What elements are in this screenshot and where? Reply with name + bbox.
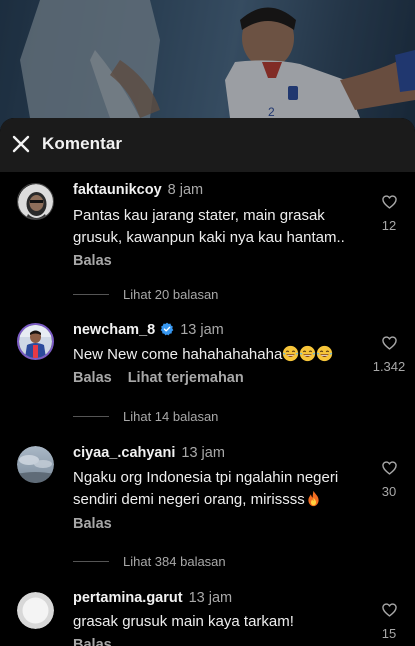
comment-text: New New come hahahahahaha [73,344,369,366]
tears-of-joy-emoji-icon [316,345,333,362]
comment-item: pertamina.garut 13 jam grasak grusuk main… [0,577,415,646]
replies-divider-line [73,416,109,417]
comment-text: grasak grusuk main kaya tarkam! [73,613,294,630]
sheet-title: Komentar [42,134,123,153]
comment-actions: Balas [73,516,112,532]
close-button[interactable] [8,131,34,157]
reply-button[interactable]: Balas [73,637,112,646]
like-count: 12 [381,218,397,233]
avatar[interactable] [17,183,54,220]
heart-outline-icon [381,195,397,209]
comment-actions: Balas [73,253,112,269]
comment-header: faktaunikcoy 8 jam [73,182,203,198]
heart-outline-icon [381,336,397,350]
heart-outline-icon [381,603,397,617]
view-replies-button[interactable]: Lihat 14 balasan [73,409,218,424]
like-button[interactable]: 1.342 [369,336,409,374]
heart-outline-icon [381,461,397,475]
reply-button[interactable]: Balas [73,253,112,269]
like-button[interactable]: 30 [369,461,409,499]
view-replies-label: Lihat 20 balasan [123,287,219,302]
comments-screen: 2 Komentar faktaunikcoy 8 jam Pantas kau… [0,0,415,646]
replies-divider-line [73,294,109,295]
comment-header: pertamina.garut 13 jam [73,590,232,606]
like-button[interactable]: 12 [369,195,409,233]
comment-item: faktaunikcoy 8 jam Pantas kau jarang stat… [0,172,415,310]
comments-sheet: Komentar faktaunikcoy 8 jam Pantas kau ja… [0,118,415,646]
comment-actions: Balas Lihat terjemahan [73,370,244,386]
like-count: 1.342 [372,359,406,374]
reply-button[interactable]: Balas [73,516,112,532]
avatar-image [17,446,54,483]
like-count: 15 [381,626,397,641]
view-replies-label: Lihat 384 balasan [123,554,226,569]
tears-of-joy-emoji-icon [282,345,299,362]
view-replies-button[interactable]: Lihat 384 balasan [73,554,226,569]
comment-actions: Balas [73,637,112,646]
close-icon [12,135,30,153]
avatar[interactable] [17,592,54,629]
like-button[interactable]: 15 [369,603,409,641]
comment-time: 13 jam [181,445,225,461]
see-translation-button[interactable]: Lihat terjemahan [128,370,244,386]
comment-username[interactable]: ciyaa_.cahyani [73,445,175,461]
avatar-image [19,325,52,358]
view-replies-label: Lihat 14 balasan [123,409,219,424]
comment-time: 8 jam [167,182,204,198]
comment-item: ciyaa_.cahyani 13 jam Ngaku org Indonesia… [0,432,415,577]
avatar-image [17,592,54,629]
comment-header: newcham_8 13 jam [73,322,224,340]
like-count: 30 [381,484,397,499]
comment-username[interactable]: newcham_8 [73,322,155,338]
comment-text: Ngaku org Indonesia tpi ngalahin negeri … [73,467,369,511]
avatar-image [18,184,53,219]
comment-text-content: Ngaku org Indonesia tpi ngalahin negeri … [73,469,339,508]
replies-divider-line [73,561,109,562]
comment-item: newcham_8 13 jam New New come hahahahahah… [0,310,415,432]
reply-button[interactable]: Balas [73,370,112,386]
view-replies-button[interactable]: Lihat 20 balasan [73,287,218,302]
comment-header: ciyaa_.cahyani 13 jam [73,445,225,461]
comment-time: 13 jam [180,322,224,338]
comment-text-content: New New come hahahahahaha [73,346,283,363]
verified-badge-icon [160,322,174,340]
comment-username[interactable]: pertamina.garut [73,590,183,606]
tears-of-joy-emoji-icon [299,345,316,362]
comments-header: Komentar [0,118,415,172]
comment-username[interactable]: faktaunikcoy [73,182,162,198]
fire-emoji-icon [305,490,322,507]
avatar[interactable] [17,323,54,360]
comment-text: Pantas kau jarang stater, main grasak gr… [73,207,345,246]
comment-time: 13 jam [188,590,233,606]
avatar[interactable] [17,446,54,483]
